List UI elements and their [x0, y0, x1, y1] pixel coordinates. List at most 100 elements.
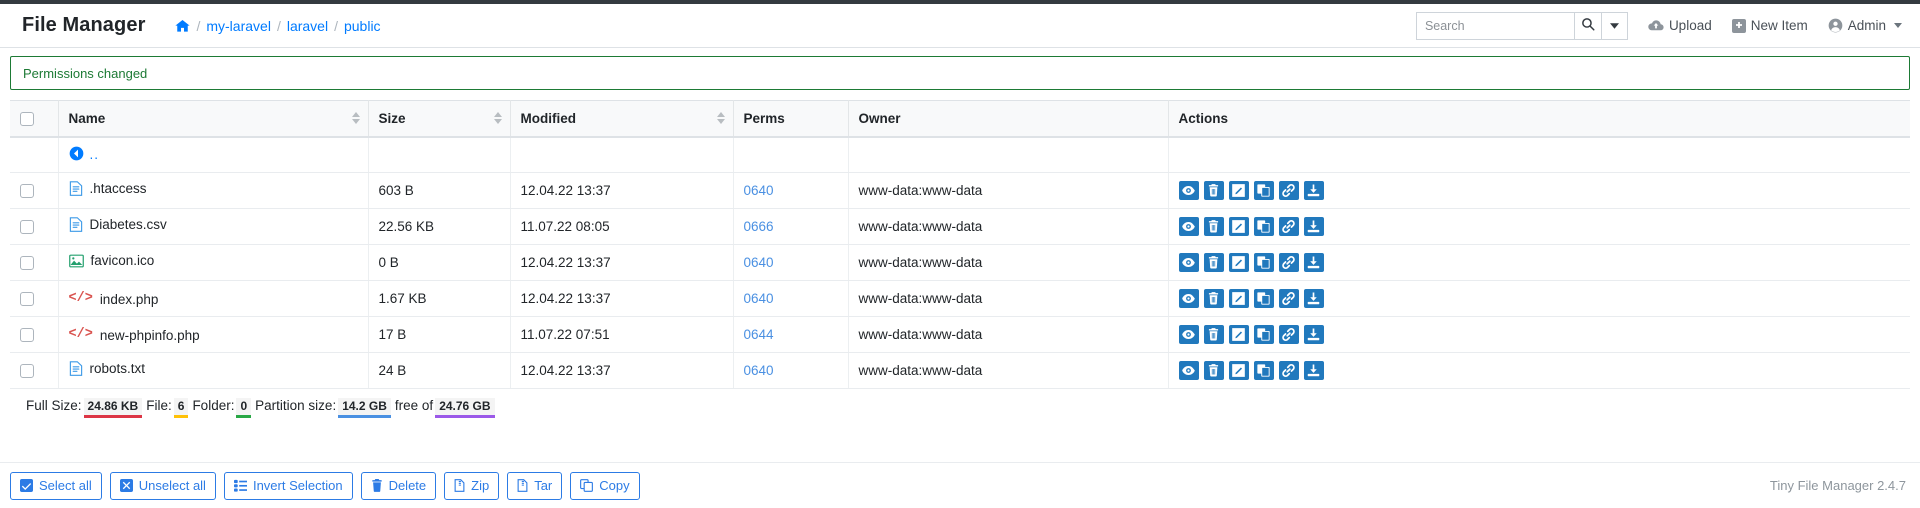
column-header-name[interactable]: Name	[58, 100, 369, 138]
action-edit-button[interactable]	[1228, 252, 1249, 272]
action-copy-button[interactable]	[1253, 360, 1274, 380]
column-header-size[interactable]: Size	[368, 100, 511, 138]
search-options-dropdown[interactable]	[1601, 11, 1628, 40]
column-header-modified[interactable]: Modified	[510, 100, 734, 138]
action-download-button[interactable]	[1303, 180, 1324, 200]
action-link-button[interactable]	[1278, 252, 1299, 272]
action-eye-button[interactable]	[1178, 252, 1199, 272]
action-link-button[interactable]	[1278, 360, 1299, 380]
delete-button[interactable]: Delete	[360, 471, 437, 500]
upload-button[interactable]: Upload	[1648, 18, 1712, 33]
admin-menu[interactable]: Admin	[1828, 18, 1902, 33]
breadcrumb-separator-2: /	[334, 17, 338, 34]
file-name[interactable]: </> new-phpinfo.php	[69, 328, 200, 343]
parent-directory-row[interactable]: ..	[10, 136, 1910, 173]
action-trash-button[interactable]	[1203, 324, 1224, 344]
action-download-button[interactable]	[1303, 216, 1324, 236]
action-copy-button[interactable]	[1253, 252, 1274, 272]
file-name[interactable]: Diabetes.csv	[69, 217, 167, 232]
action-trash-button[interactable]	[1203, 252, 1224, 272]
file-name[interactable]: robots.txt	[69, 361, 146, 376]
row-name-cell: favicon.ico	[58, 244, 369, 281]
perms-link[interactable]: 0640	[744, 255, 774, 270]
user-circle-icon	[1828, 18, 1843, 33]
action-download-button[interactable]	[1303, 324, 1324, 344]
select-all-button[interactable]: Select all	[10, 471, 102, 500]
tar-button[interactable]: Tar	[507, 471, 563, 500]
file-name-link[interactable]: Diabetes.csv	[90, 217, 167, 232]
action-trash-button[interactable]	[1203, 288, 1224, 308]
row-checkbox[interactable]	[20, 219, 34, 234]
table-row[interactable]: Diabetes.csv 22.56 KB 11.07.22 08:05 0666 ww…	[10, 208, 1910, 245]
file-name-link[interactable]: favicon.ico	[91, 253, 155, 268]
sort-name-icon[interactable]	[351, 112, 360, 125]
action-download-button[interactable]	[1303, 288, 1324, 308]
invert-selection-button[interactable]: Invert Selection	[223, 471, 353, 500]
action-link-button[interactable]	[1278, 180, 1299, 200]
action-trash-button[interactable]	[1203, 360, 1224, 380]
search-button[interactable]	[1573, 11, 1602, 40]
action-copy-button[interactable]	[1253, 216, 1274, 236]
action-edit-button[interactable]	[1228, 288, 1249, 308]
table-row[interactable]: .htaccess 603 B 12.04.22 13:37 0640 www-data…	[10, 172, 1910, 209]
unselect-all-button[interactable]: Unselect all	[109, 471, 216, 500]
file-name-link[interactable]: robots.txt	[90, 361, 146, 376]
action-trash-button[interactable]	[1203, 216, 1224, 236]
action-edit-button[interactable]	[1228, 360, 1249, 380]
home-icon[interactable]	[175, 19, 191, 33]
row-checkbox[interactable]	[20, 255, 34, 270]
action-eye-button[interactable]	[1178, 216, 1199, 236]
table-row[interactable]: </> index.php 1.67 KB 12.04.22 13:37 0640 www…	[10, 280, 1910, 317]
action-edit-button[interactable]	[1228, 324, 1249, 344]
sort-size-icon[interactable]	[493, 112, 502, 125]
action-download-button[interactable]	[1303, 252, 1324, 272]
row-checkbox[interactable]	[20, 327, 34, 342]
file-name-link[interactable]: new-phpinfo.php	[100, 328, 200, 343]
action-download-button[interactable]	[1303, 360, 1324, 380]
perms-link[interactable]: 0666	[744, 219, 774, 234]
action-link-button[interactable]	[1278, 324, 1299, 344]
file-name[interactable]: .htaccess	[69, 181, 147, 196]
action-eye-button[interactable]	[1178, 324, 1199, 344]
file-name[interactable]: </> index.php	[69, 292, 159, 307]
action-copy-button[interactable]	[1253, 180, 1274, 200]
sort-modified-icon[interactable]	[716, 112, 725, 125]
table-row[interactable]: </> new-phpinfo.php 17 B 11.07.22 07:51 0644…	[10, 316, 1910, 353]
table-row[interactable]: favicon.ico 0 B 12.04.22 13:37 0640 www-data…	[10, 244, 1910, 281]
column-header-actions: Actions	[1168, 100, 1910, 138]
row-perms-cell: 0640	[733, 244, 849, 281]
new-item-button[interactable]: New Item	[1731, 18, 1808, 33]
search-input[interactable]	[1415, 11, 1574, 40]
action-copy-button[interactable]	[1253, 288, 1274, 308]
row-checkbox[interactable]	[20, 183, 34, 198]
file-name[interactable]: favicon.ico	[68, 253, 155, 268]
file-count-label: File:	[146, 397, 172, 413]
action-eye-button[interactable]	[1178, 180, 1199, 200]
table-row[interactable]: robots.txt 24 B 12.04.22 13:37 0640 www-data…	[10, 352, 1910, 389]
action-copy-button[interactable]	[1253, 324, 1274, 344]
breadcrumb-item-2[interactable]: public	[344, 18, 381, 34]
perms-link[interactable]: 0644	[744, 327, 774, 342]
row-checkbox[interactable]	[20, 363, 34, 378]
copy-button[interactable]: Copy	[570, 471, 640, 500]
file-name-link[interactable]: index.php	[100, 292, 159, 307]
breadcrumb-item-1[interactable]: laravel	[287, 18, 328, 34]
action-eye-button[interactable]	[1178, 360, 1199, 380]
perms-link[interactable]: 0640	[744, 183, 774, 198]
parent-directory-link[interactable]: ..	[69, 146, 100, 164]
row-actions	[1178, 288, 1901, 308]
select-all-checkbox[interactable]	[20, 111, 34, 126]
perms-link[interactable]: 0640	[744, 363, 774, 378]
row-checkbox[interactable]	[20, 291, 34, 306]
action-trash-button[interactable]	[1203, 180, 1224, 200]
action-edit-button[interactable]	[1228, 216, 1249, 236]
action-link-button[interactable]	[1278, 216, 1299, 236]
action-eye-button[interactable]	[1178, 288, 1199, 308]
copy-icon	[1257, 291, 1270, 305]
action-link-button[interactable]	[1278, 288, 1299, 308]
file-name-link[interactable]: .htaccess	[90, 181, 147, 196]
perms-link[interactable]: 0640	[744, 291, 774, 306]
zip-button[interactable]: Zip	[444, 471, 500, 500]
action-edit-button[interactable]	[1228, 180, 1249, 200]
breadcrumb-item-0[interactable]: my-laravel	[206, 18, 271, 34]
